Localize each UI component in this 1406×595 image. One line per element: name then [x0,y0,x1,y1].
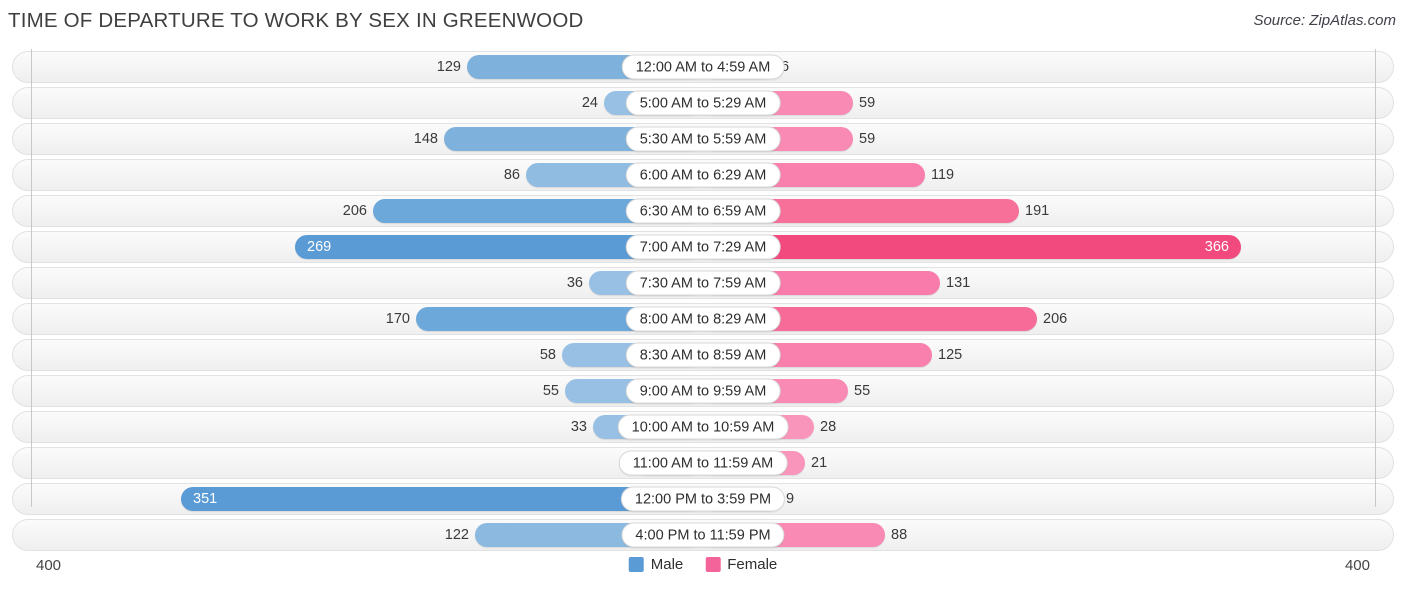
row-bars: 148 59 5:30 AM to 5:59 AM [12,123,1394,155]
bar-value-male: 36 [566,275,583,291]
category-label: 10:00 AM to 10:59 AM [617,414,789,440]
row-bars: 36 131 7:30 AM to 7:59 AM [12,267,1394,299]
category-label: 12:00 AM to 4:59 AM [621,54,785,80]
bar-value-male: 24 [581,95,598,111]
row-bars: 206 191 6:30 AM to 6:59 AM [12,195,1394,227]
row-bars: 33 28 10:00 AM to 10:59 AM [12,411,1394,443]
axis-line-left [31,49,32,507]
bar-value-female: 88 [891,527,908,543]
table-row: 269 366 7:00 AM to 7:29 AM [12,229,1394,265]
legend-swatch-icon [628,557,644,572]
bar-value-male: 33 [570,419,587,435]
bar-female[interactable] [703,235,1241,259]
chart-footer: 400 Male Female 400 [0,551,1406,587]
category-label: 7:00 AM to 7:29 AM [625,234,781,260]
legend-swatch-icon [705,557,721,572]
chart-container: TIME OF DEPARTURE TO WORK BY SEX IN GREE… [0,0,1406,595]
table-row: 148 59 5:30 AM to 5:59 AM [12,121,1394,157]
bar-value-female: 59 [859,131,876,147]
legend-label: Male [650,556,684,573]
bar-value-male: 129 [436,59,461,75]
category-label: 8:00 AM to 8:29 AM [625,306,781,332]
table-row: 170 206 8:00 AM to 8:29 AM [12,301,1394,337]
bar-value-female: 119 [931,167,955,183]
row-bars: 170 206 8:00 AM to 8:29 AM [12,303,1394,335]
bar-value-female: 9 [786,491,795,507]
bar-value-female: 366 [1204,239,1229,255]
table-row: 86 119 6:00 AM to 6:29 AM [12,157,1394,193]
bar-value-male: 86 [503,167,520,183]
bar-row-list: 129 6 12:00 AM to 4:59 AM 24 59 5:00 AM to 5:… [12,49,1394,553]
bar-value-male: 269 [307,239,332,255]
row-bars: 129 6 12:00 AM to 4:59 AM [12,51,1394,83]
legend-item-male[interactable]: Male [628,556,684,573]
bar-value-male: 170 [385,311,410,327]
table-row: 351 9 12:00 PM to 3:59 PM [12,481,1394,517]
category-label: 6:30 AM to 6:59 AM [625,198,781,224]
table-row: 58 125 8:30 AM to 8:59 AM [12,337,1394,373]
category-label: 5:30 AM to 5:59 AM [625,126,781,152]
table-row: 55 55 9:00 AM to 9:59 AM [12,373,1394,409]
table-row: 36 131 7:30 AM to 7:59 AM [12,265,1394,301]
category-label: 4:00 PM to 11:59 PM [621,522,785,548]
source-attribution: Source: ZipAtlas.com [1253,12,1396,29]
bar-value-female: 131 [946,275,971,291]
axis-max-right: 400 [1344,557,1370,574]
bar-value-female: 21 [811,455,828,471]
chart-legend: Male Female [628,556,777,573]
category-label: 7:30 AM to 7:59 AM [625,270,781,296]
category-label: 9:00 AM to 9:59 AM [625,378,781,404]
table-row: 206 191 6:30 AM to 6:59 AM [12,193,1394,229]
bar-value-female: 206 [1043,311,1068,327]
category-label: 6:00 AM to 6:29 AM [625,162,781,188]
row-bars: 122 88 4:00 PM to 11:59 PM [12,519,1394,551]
table-row: 129 6 12:00 AM to 4:59 AM [12,49,1394,85]
bar-value-male: 148 [413,131,438,147]
bar-value-female: 59 [859,95,876,111]
bar-value-female: 191 [1025,203,1050,219]
axis-max-left: 400 [36,557,62,574]
table-row: 122 88 4:00 PM to 11:59 PM [12,517,1394,553]
bar-value-female: 125 [938,347,963,363]
bar-value-male: 351 [193,491,218,507]
bar-value-female: 28 [820,419,837,435]
row-bars: 55 55 9:00 AM to 9:59 AM [12,375,1394,407]
row-bars: 269 366 7:00 AM to 7:29 AM [12,231,1394,263]
legend-label: Female [727,556,778,573]
bar-value-male: 58 [539,347,556,363]
category-label: 12:00 PM to 3:59 PM [620,486,786,512]
bar-value-male: 55 [542,383,559,399]
page-title: TIME OF DEPARTURE TO WORK BY SEX IN GREE… [8,9,584,32]
category-label: 11:00 AM to 11:59 AM [618,450,788,476]
axis-line-right [1375,49,1376,507]
row-bars: 24 59 5:00 AM to 5:29 AM [12,87,1394,119]
legend-item-female[interactable]: Female [705,556,777,573]
row-bars: 351 9 12:00 PM to 3:59 PM [12,483,1394,515]
bar-value-male: 122 [444,527,469,543]
category-label: 5:00 AM to 5:29 AM [625,90,781,116]
row-bars: 02111:00 AM to 11:59 AM [12,447,1394,479]
table-row: 02111:00 AM to 11:59 AM [12,445,1394,481]
bar-value-male: 206 [342,203,367,219]
table-row: 33 28 10:00 AM to 10:59 AM [12,409,1394,445]
row-bars: 58 125 8:30 AM to 8:59 AM [12,339,1394,371]
bar-value-female: 55 [854,383,871,399]
plot-area: 129 6 12:00 AM to 4:59 AM 24 59 5:00 AM to 5:… [0,49,1406,555]
chart-header: TIME OF DEPARTURE TO WORK BY SEX IN GREE… [0,0,1406,45]
category-label: 8:30 AM to 8:59 AM [625,342,781,368]
table-row: 24 59 5:00 AM to 5:29 AM [12,85,1394,121]
row-bars: 86 119 6:00 AM to 6:29 AM [12,159,1394,191]
